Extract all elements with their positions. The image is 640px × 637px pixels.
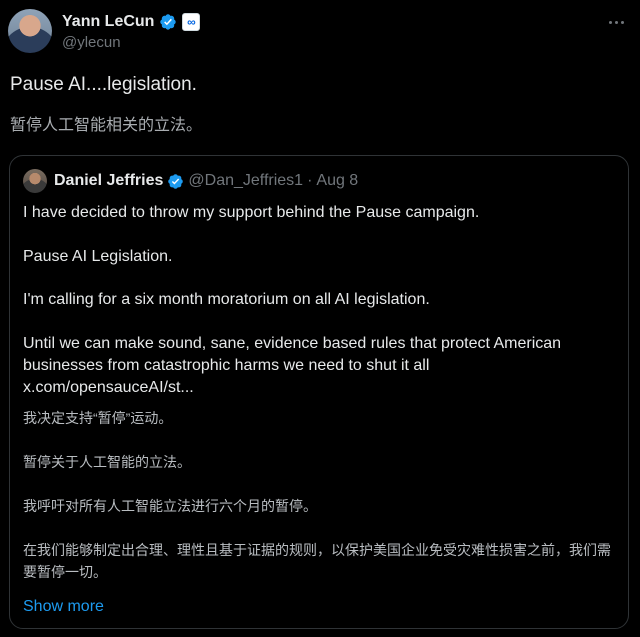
quoted-tweet-body: I have decided to throw my support behin… bbox=[23, 202, 613, 399]
tweet-text: Pause AI....legislation. bbox=[10, 74, 197, 95]
show-more-link[interactable]: Show more bbox=[23, 598, 104, 616]
meta-logo-icon[interactable]: ∞ bbox=[182, 13, 201, 31]
quoted-tweet[interactable]: Daniel Jeffries @Dan_Jeffries1 · Aug 8 I… bbox=[9, 155, 629, 629]
quoted-tweet-date[interactable]: Aug 8 bbox=[316, 172, 358, 190]
more-options-icon[interactable] bbox=[604, 12, 628, 32]
author-name-row: Yann LeCun ∞ bbox=[62, 12, 201, 32]
author-name[interactable]: Yann LeCun bbox=[62, 13, 154, 31]
quoted-paragraph: I have decided to throw my support behin… bbox=[23, 204, 480, 221]
quoted-paragraph: I'm calling for a six month moratorium o… bbox=[23, 291, 430, 308]
quoted-tweet-translation: 我决定支持“暂停”运动。 暂停关于人工智能的立法。 我呼吁对所有人工智能立法进行… bbox=[23, 407, 613, 583]
author-handle[interactable]: @ylecun bbox=[62, 34, 121, 51]
quoted-author-handle[interactable]: @Dan_Jeffries1 bbox=[188, 172, 303, 190]
quoted-author-name[interactable]: Daniel Jeffries bbox=[54, 172, 163, 190]
translation-paragraph: 在我们能够制定出合理、理性且基于证据的规则，以保护美国企业免受灾难性损害之前，我… bbox=[23, 542, 611, 580]
verified-badge-icon bbox=[168, 173, 184, 189]
quoted-author-avatar[interactable] bbox=[23, 169, 47, 193]
quoted-paragraph: Pause AI Legislation. bbox=[23, 247, 173, 265]
author-avatar[interactable] bbox=[8, 9, 52, 53]
translation-paragraph: 我呼吁对所有人工智能立法进行六个月的暂停。 bbox=[23, 498, 317, 514]
quoted-link[interactable]: x.com/opensauceAI/st... bbox=[23, 377, 613, 399]
quoted-tweet-header: Daniel Jeffries @Dan_Jeffries1 · Aug 8 bbox=[54, 172, 358, 190]
quoted-paragraph: Until we can make sound, sane, evidence … bbox=[23, 334, 562, 374]
verified-badge-icon bbox=[160, 14, 177, 30]
translation-paragraph: 暂停关于人工智能的立法。 bbox=[23, 454, 191, 470]
translation-paragraph: 我决定支持“暂停”运动。 bbox=[23, 410, 173, 426]
separator-dot: · bbox=[307, 172, 313, 189]
tweet-translation: 暂停人工智能相关的立法。 bbox=[10, 117, 203, 134]
